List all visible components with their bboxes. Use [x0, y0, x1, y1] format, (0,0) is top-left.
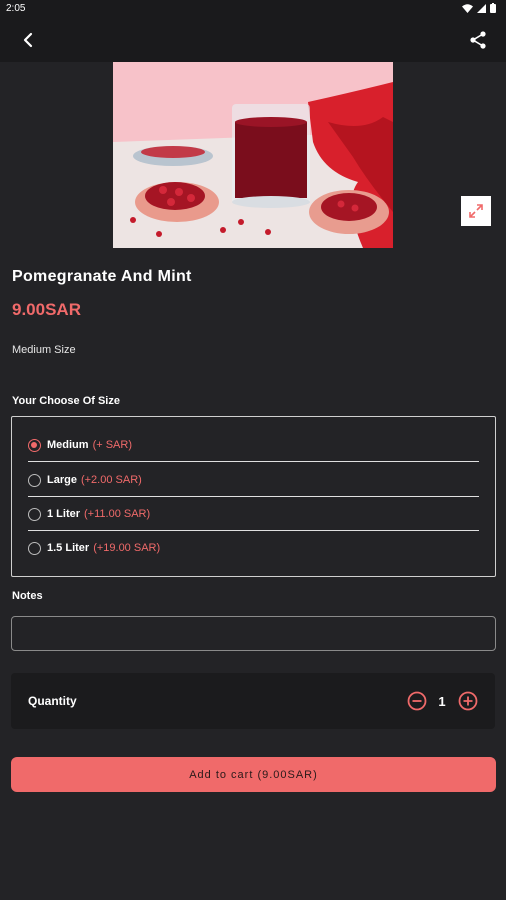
notes-label: Notes — [12, 590, 43, 602]
product-description: Medium Size — [12, 344, 76, 356]
size-section-label: Your Choose Of Size — [12, 395, 120, 407]
radio-unchecked-icon[interactable] — [28, 541, 41, 555]
size-option-large[interactable]: Large (+2.00 SAR) — [28, 463, 478, 497]
radio-unchecked-icon[interactable] — [28, 507, 41, 521]
quantity-value: 1 — [438, 694, 446, 709]
option-extra-price: (+2.00 SAR) — [80, 474, 142, 486]
battery-icon — [490, 3, 496, 13]
share-icon[interactable] — [466, 28, 490, 52]
arrow-back-icon[interactable] — [16, 28, 40, 52]
size-options-group: Medium (+ SAR) Large (+2.00 SAR) 1 Liter… — [11, 416, 496, 577]
expand-icon — [469, 204, 483, 218]
expand-image-button[interactable] — [461, 196, 491, 226]
option-name: Large — [47, 474, 77, 486]
add-to-cart-button[interactable]: Add to cart (9.00SAR) — [11, 757, 496, 792]
app-bar — [0, 18, 506, 62]
option-name: Medium — [47, 439, 89, 451]
plus-circle-icon[interactable] — [458, 691, 478, 711]
status-time: 2:05 — [6, 3, 26, 14]
size-option-1-liter[interactable]: 1 Liter (+11.00 SAR) — [28, 497, 478, 531]
product-price: 9.00SAR — [12, 300, 81, 319]
signal-icon — [477, 3, 486, 13]
option-name: 1 Liter — [47, 508, 81, 520]
wifi-icon — [462, 3, 473, 13]
radio-checked-icon[interactable] — [28, 438, 41, 452]
option-extra-price: (+ SAR) — [92, 439, 132, 451]
radio-unchecked-icon[interactable] — [28, 473, 41, 487]
quantity-label: Quantity — [28, 694, 77, 708]
notes-input[interactable] — [11, 616, 496, 651]
option-extra-price: (+11.00 SAR) — [84, 508, 151, 520]
system-icons — [462, 3, 496, 13]
product-name: Pomegranate And Mint — [12, 268, 192, 285]
option-name: 1.5 Liter — [47, 542, 90, 554]
minus-circle-icon[interactable] — [407, 691, 427, 711]
size-option-medium[interactable]: Medium (+ SAR) — [28, 428, 478, 462]
option-divider — [28, 461, 479, 462]
status-bar: 2:05 — [0, 0, 506, 18]
size-option-1-5-liter[interactable]: 1.5 Liter (+19.00 SAR) — [28, 531, 478, 565]
option-extra-price: (+19.00 SAR) — [93, 542, 161, 554]
quantity-card: Quantity 1 — [11, 673, 495, 729]
product-image[interactable] — [113, 62, 393, 248]
